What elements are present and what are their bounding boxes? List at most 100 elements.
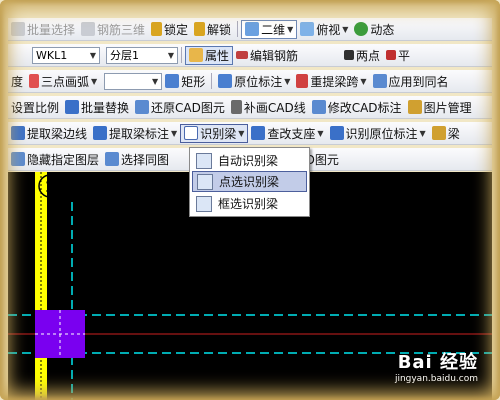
degree-label: 度: [11, 74, 24, 89]
view-cut-combo[interactable]: 俯视 ▼: [297, 19, 351, 39]
batch-replace-icon: [65, 100, 80, 114]
edit-rebar-label: 编辑钢筋: [250, 48, 299, 63]
arc-mode-combo[interactable]: 三点画弧 ▼: [26, 71, 100, 91]
parallel-label: 平: [398, 48, 411, 63]
identify-in-situ-icon: [329, 126, 344, 140]
hide-layer-button[interactable]: 隐藏指定图层: [8, 149, 102, 169]
apply-same-name-label: 应用到同名: [388, 74, 449, 89]
patch-cad-line-icon: [230, 100, 242, 114]
image-manage-label: 图片管理: [423, 100, 472, 115]
select-same-icon: [105, 152, 120, 166]
patch-cad-line-button[interactable]: 补画CAD线: [228, 97, 309, 117]
toolbar-row-4: 设置比例 批量替换 还原CAD图元 补画CAD线 修改CAD标注 图片管理: [8, 96, 492, 119]
extract-beam-mark-label: 提取梁标注: [109, 126, 170, 141]
set-scale-button[interactable]: 设置比例: [8, 97, 62, 117]
menu-item-label: 自动识别梁: [218, 154, 279, 168]
chevron-down-icon: ▼: [89, 50, 96, 60]
menu-item-box-identify[interactable]: 框选识别梁: [192, 193, 307, 214]
restore-cad-button[interactable]: 还原CAD图元: [132, 97, 228, 117]
view-2d-combo[interactable]: 二维 ▼: [241, 19, 298, 39]
chevron-down-icon: ▼: [360, 76, 367, 86]
two-points-button[interactable]: 两点: [341, 45, 383, 65]
apply-same-name-button[interactable]: 应用到同名: [370, 71, 452, 91]
extract-beam-mark-button[interactable]: 提取梁标注 ▼: [90, 123, 180, 143]
identify-beam-button[interactable]: 识别梁 ▼: [180, 123, 249, 143]
toolbar-row-5: 提取梁边线 提取梁标注 ▼ 识别梁 ▼ 查改支座 ▼ 识别原位标注 ▼ 梁: [8, 122, 492, 145]
identify-beam-label: 识别梁: [200, 126, 237, 141]
batch-replace-button[interactable]: 批量替换: [62, 97, 132, 117]
batch-select-button[interactable]: 批量选择: [8, 19, 78, 39]
watermark-logo: Bai 经验: [397, 352, 478, 373]
auto-identify-icon: [196, 152, 212, 169]
menu-item-auto-identify[interactable]: 自动识别梁: [192, 150, 307, 171]
two-points-icon: [344, 50, 355, 60]
restore-cad-label: 还原CAD图元: [151, 100, 225, 115]
parallel-button[interactable]: 平: [383, 45, 413, 65]
apply-same-name-icon: [372, 74, 387, 88]
check-support-button[interactable]: 查改支座 ▼: [248, 123, 326, 143]
app-window: 批量选择 钢筋三维 锁定 解锁 二维 ▼ 俯视 ▼ 动态 WKL1 ▼ 分层1 ▼ 属性…: [0, 0, 500, 400]
modify-cad-mark-button[interactable]: 修改CAD标注: [309, 97, 405, 117]
batch-select-icon: [11, 22, 25, 36]
watermark-url: jingyan.baidu.com: [394, 374, 478, 384]
select-same-button[interactable]: 选择同图: [102, 149, 172, 169]
re-extract-span-icon: [296, 74, 309, 88]
rectangle-icon: [165, 74, 180, 88]
batch-select-label: 批量选择: [27, 22, 76, 37]
menu-item-point-identify[interactable]: 点选识别梁: [192, 171, 307, 192]
floor-combo[interactable]: 分层1 ▼: [106, 46, 178, 64]
dynamic-observe-label: 动态: [370, 22, 395, 37]
restore-cad-icon: [135, 100, 150, 114]
dynamic-observe-icon: [354, 22, 369, 36]
image-manage-button[interactable]: 图片管理: [405, 97, 475, 117]
arc-icon: [29, 74, 40, 88]
chevron-down-icon: ▼: [238, 128, 245, 138]
unlock-button[interactable]: 解锁: [191, 19, 234, 39]
beam-more-button[interactable]: 梁: [429, 123, 463, 143]
rectangle-button[interactable]: 矩形: [162, 71, 208, 91]
dynamic-observe-button[interactable]: 动态: [351, 19, 397, 39]
axis-label: 1: [45, 178, 55, 196]
image-manage-icon: [407, 100, 422, 114]
box-identify-icon: [196, 195, 212, 212]
extract-beam-edge-label: 提取梁边线: [27, 126, 88, 141]
identify-beam-icon: [184, 126, 199, 140]
rebar-3d-button[interactable]: 钢筋三维: [78, 19, 148, 39]
patch-cad-line-label: 补画CAD线: [243, 100, 306, 115]
element-name-combo[interactable]: WKL1 ▼: [32, 46, 100, 64]
chevron-down-icon: ▼: [284, 76, 291, 86]
parallel-icon: [386, 50, 397, 60]
view-2d-label: 二维: [261, 22, 286, 37]
rectangle-label: 矩形: [181, 74, 206, 89]
chevron-down-icon: ▼: [342, 24, 349, 34]
pencil-icon: [236, 51, 249, 59]
chevron-down-icon: ▼: [287, 24, 294, 34]
modify-cad-mark-label: 修改CAD标注: [327, 100, 402, 115]
extract-beam-mark-icon: [93, 126, 108, 140]
chevron-down-icon: ▼: [419, 128, 426, 138]
rebar-3d-icon: [81, 22, 96, 36]
arc-param-input[interactable]: ▼: [104, 72, 163, 90]
arc-mode-label: 三点画弧: [41, 74, 90, 89]
menu-item-label: 框选识别梁: [218, 197, 279, 211]
extract-beam-edge-button[interactable]: 提取梁边线: [8, 123, 90, 143]
in-situ-mark-button[interactable]: 原位标注 ▼: [215, 71, 293, 91]
re-extract-span-button[interactable]: 重提梁跨 ▼: [293, 71, 369, 91]
identify-in-situ-button[interactable]: 识别原位标注 ▼: [327, 123, 429, 143]
modify-cad-mark-icon: [311, 100, 326, 114]
hide-layer-icon: [11, 152, 25, 166]
identify-in-situ-label: 识别原位标注: [345, 126, 418, 141]
hide-layer-label: 隐藏指定图层: [27, 152, 100, 167]
lock-button[interactable]: 锁定: [148, 19, 191, 39]
element-name-value: WKL1: [36, 48, 68, 62]
toolbar-row-1: 批量选择 钢筋三维 锁定 解锁 二维 ▼ 俯视 ▼ 动态: [8, 18, 492, 41]
rebar-3d-label: 钢筋三维: [97, 22, 146, 37]
edit-rebar-button[interactable]: 编辑钢筋: [233, 45, 301, 65]
check-support-icon: [251, 126, 266, 140]
floor-value: 分层1: [110, 49, 139, 62]
view-cut-label: 俯视: [316, 22, 341, 37]
two-points-label: 两点: [356, 48, 381, 63]
beam-more-icon: [431, 126, 446, 140]
properties-button[interactable]: 属性: [185, 45, 234, 65]
re-extract-span-label: 重提梁跨: [310, 74, 359, 89]
